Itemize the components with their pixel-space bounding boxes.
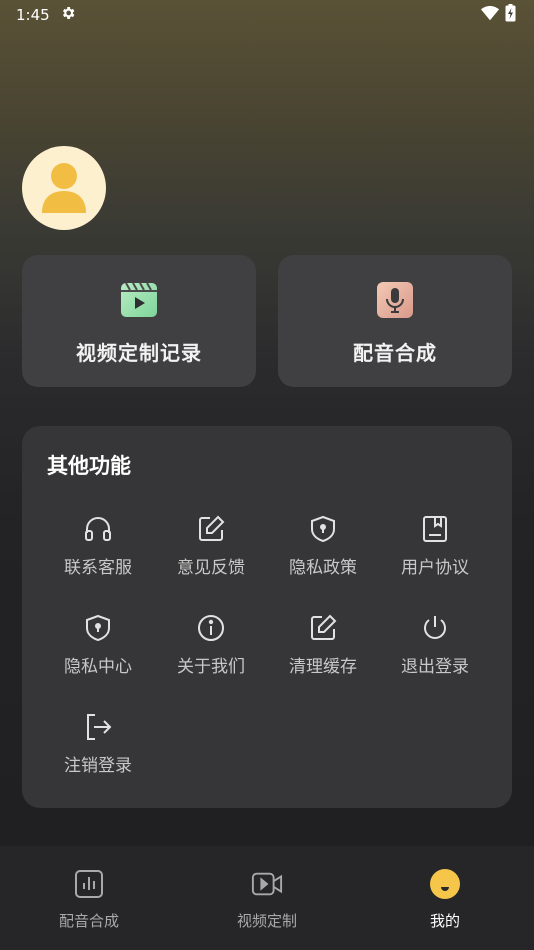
info-icon — [196, 613, 226, 643]
clear-cache-label: 清理缓存 — [289, 657, 357, 677]
nav-mine-label: 我的 — [429, 912, 460, 930]
clear-cache-item[interactable]: 清理缓存 — [267, 613, 379, 693]
dubbing-label: 配音合成 — [353, 341, 437, 365]
contact-support-label: 联系客服 — [64, 558, 132, 578]
video-record-label: 视频定制记录 — [76, 341, 202, 365]
logout-item[interactable]: 退出登录 — [379, 613, 491, 693]
shield-lock-icon — [308, 514, 338, 544]
edit-icon — [196, 514, 226, 544]
shield-lock-icon — [83, 613, 113, 643]
avatar[interactable] — [22, 146, 106, 230]
privacy-center-label: 隐私中心 — [64, 657, 132, 677]
video-clapper-icon — [120, 281, 158, 323]
nav-dubbing[interactable]: 配音合成 — [19, 846, 159, 950]
power-icon — [420, 613, 450, 643]
deactivate-account-label: 注销登录 — [64, 756, 132, 776]
contact-support-item[interactable]: 联系客服 — [42, 514, 154, 594]
privacy-policy-item[interactable]: 隐私政策 — [267, 514, 379, 594]
audio-bars-icon — [73, 868, 105, 900]
wifi-icon — [481, 5, 499, 25]
user-agreement-item[interactable]: 用户协议 — [379, 514, 491, 594]
deactivate-account-item[interactable]: 注销登录 — [42, 712, 154, 792]
user-icon — [42, 163, 86, 213]
privacy-policy-label: 隐私政策 — [289, 558, 357, 578]
status-time: 1:45 — [16, 6, 50, 24]
microphone-icon — [376, 281, 414, 323]
other-features-panel: 其他功能 联系客服 意见反馈 隐私政策 用户协议 隐私中心 关于我们 清理缓存 … — [22, 426, 512, 808]
video-camera-icon — [251, 868, 283, 900]
gear-icon — [60, 5, 76, 25]
nav-mine[interactable]: 我的 — [375, 846, 515, 950]
battery-charging-icon — [505, 4, 516, 26]
bookmark-book-icon — [420, 514, 450, 544]
headset-icon — [83, 514, 113, 544]
status-bar: 1:45 — [0, 0, 534, 30]
edit-icon — [308, 613, 338, 643]
nav-video-custom[interactable]: 视频定制 — [197, 846, 337, 950]
feedback-label: 意见反馈 — [177, 558, 245, 578]
logout-icon — [83, 712, 113, 742]
about-us-label: 关于我们 — [177, 657, 245, 677]
video-record-card[interactable]: 视频定制记录 — [22, 255, 256, 387]
privacy-center-item[interactable]: 隐私中心 — [42, 613, 154, 693]
section-title: 其他功能 — [47, 454, 131, 478]
bottom-nav: 配音合成 视频定制 我的 — [0, 846, 534, 950]
user-agreement-label: 用户协议 — [401, 558, 469, 578]
nav-dubbing-label: 配音合成 — [58, 912, 119, 930]
logout-label: 退出登录 — [401, 657, 469, 677]
smile-profile-icon — [429, 868, 461, 900]
dubbing-card[interactable]: 配音合成 — [278, 255, 512, 387]
nav-video-custom-label: 视频定制 — [236, 912, 297, 930]
about-us-item[interactable]: 关于我们 — [155, 613, 267, 693]
feedback-item[interactable]: 意见反馈 — [155, 514, 267, 594]
